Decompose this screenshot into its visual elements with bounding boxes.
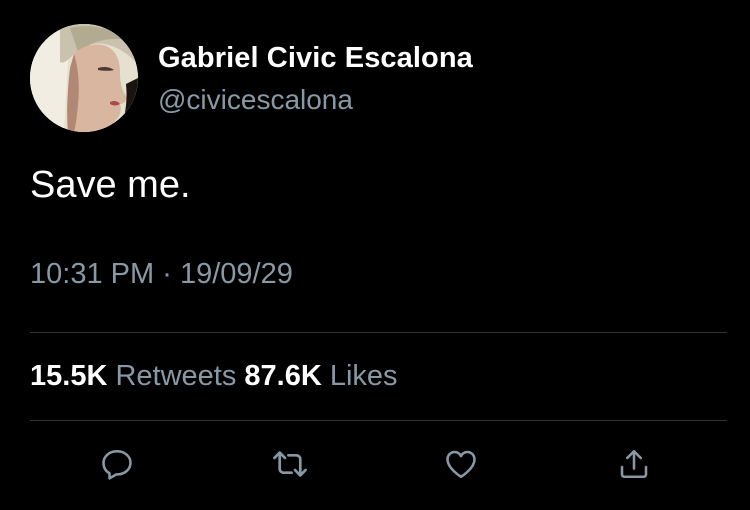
- tweet-timestamp[interactable]: 10:31 PM · 19/09/29: [30, 258, 293, 291]
- retweets-stat[interactable]: 15.5K Retweets: [30, 360, 236, 392]
- tweet-time: 10:31 PM: [30, 258, 155, 290]
- display-name[interactable]: Gabriel Civic Escalona: [158, 42, 473, 75]
- likes-stat[interactable]: 87.6K Likes: [244, 360, 397, 392]
- reply-button[interactable]: [97, 444, 137, 484]
- action-bar: [0, 444, 750, 484]
- user-handle[interactable]: @civicescalona: [158, 84, 353, 116]
- tweet-text: Save me.: [30, 164, 191, 206]
- share-icon: [620, 449, 648, 479]
- divider: [30, 332, 727, 333]
- like-button[interactable]: [441, 444, 481, 484]
- timestamp-separator: ·: [162, 258, 172, 290]
- share-button[interactable]: [614, 444, 654, 484]
- retweet-icon: [273, 451, 307, 477]
- retweets-label: Retweets: [115, 360, 237, 392]
- divider: [30, 420, 727, 421]
- likes-label: Likes: [329, 360, 398, 392]
- tweet-detail: Gabriel Civic Escalona @civicescalona Sa…: [0, 0, 750, 510]
- avatar[interactable]: [30, 24, 138, 132]
- tweet-date: 19/09/29: [179, 258, 293, 290]
- tweet-stats: 15.5K Retweets 87.6K Likes: [30, 360, 398, 393]
- retweets-count: 15.5K: [30, 360, 108, 392]
- likes-count: 87.6K: [244, 360, 322, 392]
- avatar-photo: [30, 24, 138, 132]
- retweet-button[interactable]: [270, 444, 310, 484]
- reply-icon: [102, 449, 132, 480]
- heart-icon: [446, 450, 476, 479]
